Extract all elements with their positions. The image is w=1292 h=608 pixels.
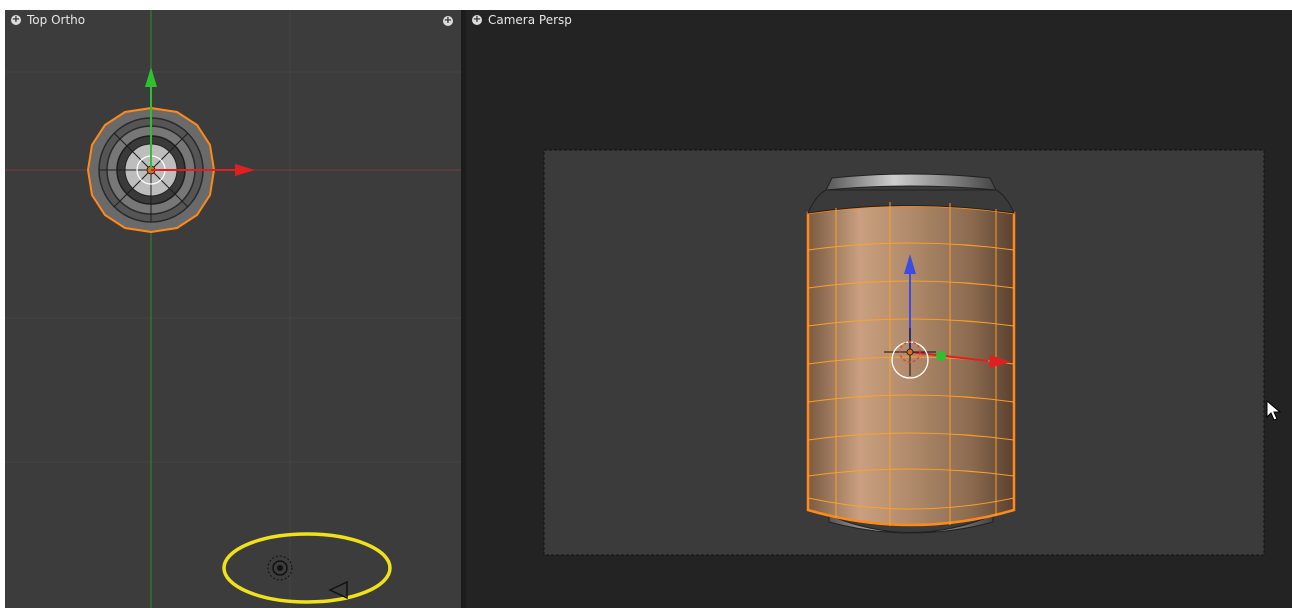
grid (5, 10, 461, 608)
viewport-header: + Top Ortho (11, 13, 85, 27)
lamp-icon[interactable] (267, 555, 293, 581)
viewport-title: Top Ortho (27, 13, 86, 27)
viewport-header: + Camera Persp (472, 13, 572, 27)
top-ortho-canvas[interactable] (5, 10, 461, 608)
plus-circle-icon[interactable]: + (11, 15, 21, 25)
y-arrow-icon (936, 351, 946, 361)
camera-persp-viewport[interactable]: + Camera Persp (466, 10, 1292, 608)
x-arrow-icon (235, 164, 255, 176)
corner-plus-icon[interactable]: + (443, 16, 453, 26)
viewport-title: Camera Persp (488, 13, 572, 27)
highlight-ellipse (222, 532, 392, 604)
camera-icon[interactable] (328, 580, 348, 600)
top-ortho-viewport[interactable]: + Top Ortho + (5, 10, 461, 608)
y-arrow-icon (145, 67, 157, 87)
mouse-pointer-icon (1266, 400, 1282, 421)
camera-persp-canvas[interactable] (466, 10, 1292, 608)
plus-circle-icon[interactable]: + (472, 15, 482, 25)
